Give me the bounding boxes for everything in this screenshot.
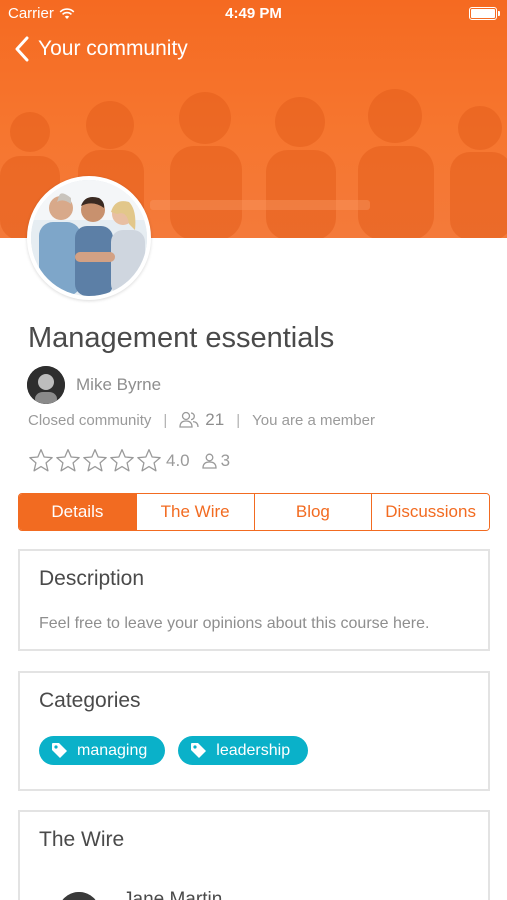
members-icon xyxy=(179,411,199,428)
rating-score: 4.0 xyxy=(166,450,190,470)
category-tag-managing[interactable]: managing xyxy=(39,736,166,765)
person-icon xyxy=(201,453,217,469)
description-heading: Description xyxy=(39,567,145,590)
author-avatar xyxy=(27,366,65,404)
member-count: 21 xyxy=(205,410,225,429)
tag-icon xyxy=(52,743,67,758)
chevron-left-icon xyxy=(15,36,29,62)
section-tabs: Details The Wire Blog Discussions xyxy=(18,493,490,531)
status-bar: Carrier 4:49 PM xyxy=(0,0,507,28)
tab-label: The Wire xyxy=(160,502,230,521)
rating-count: 3 xyxy=(201,450,231,471)
description-card: Description Feel free to leave your opin… xyxy=(18,549,490,651)
back-button[interactable]: Your community xyxy=(14,36,188,62)
community-avatar xyxy=(27,176,151,300)
tab-label: Blog xyxy=(295,502,330,521)
tab-label: Details xyxy=(51,502,104,521)
tab-blog[interactable]: Blog xyxy=(253,494,372,530)
star-icon[interactable] xyxy=(82,448,108,473)
wire-author-avatar xyxy=(58,892,100,900)
category-tags: managing leadership xyxy=(39,736,309,765)
the-wire-card: The Wire Jane Martin xyxy=(18,810,490,900)
community-meta: Closed community | 21 | You are a member xyxy=(28,410,375,430)
community-photo-image xyxy=(31,180,147,296)
meta-divider: | xyxy=(163,411,168,429)
categories-heading: Categories xyxy=(39,689,141,712)
tab-details[interactable]: Details xyxy=(19,494,136,530)
tag-label: leadership xyxy=(216,741,291,759)
tab-discussions[interactable]: Discussions xyxy=(371,494,489,530)
battery-icon xyxy=(469,7,500,20)
category-tag-leadership[interactable]: leadership xyxy=(178,736,309,765)
star-icon[interactable] xyxy=(136,448,162,473)
star-icon[interactable] xyxy=(55,448,81,473)
rating-row: 4.0 3 xyxy=(28,448,230,473)
rating-count-value: 3 xyxy=(220,450,231,470)
tag-icon xyxy=(191,743,207,758)
description-text: Feel free to leave your opinions about t… xyxy=(39,615,430,632)
meta-divider: | xyxy=(236,411,241,429)
tag-label: managing xyxy=(77,741,148,759)
community-type: Closed community xyxy=(28,411,152,429)
author-name: Mike Byrne xyxy=(76,375,162,394)
status-time: 4:49 PM xyxy=(225,5,282,22)
community-title: Management essentials xyxy=(28,322,335,354)
rating-stars[interactable] xyxy=(28,448,162,473)
membership-status: You are a member xyxy=(252,411,375,429)
author-row[interactable]: Mike Byrne xyxy=(27,366,161,404)
wire-author-name: Jane Martin xyxy=(123,889,223,900)
tab-label: Discussions xyxy=(385,502,476,521)
tab-the-wire[interactable]: The Wire xyxy=(135,494,254,530)
back-label: Your community xyxy=(38,37,188,60)
categories-card: Categories managing leadership xyxy=(18,671,490,791)
star-icon[interactable] xyxy=(28,448,54,473)
the-wire-heading: The Wire xyxy=(39,828,125,851)
star-icon[interactable] xyxy=(109,448,135,473)
